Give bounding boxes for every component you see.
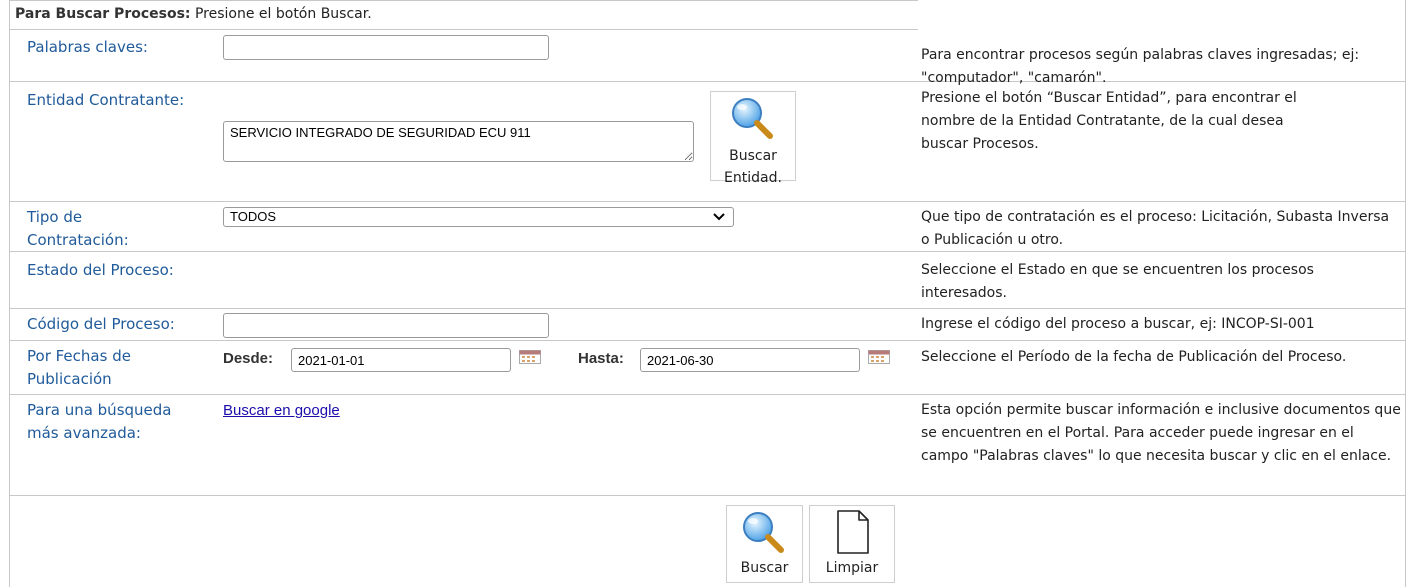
border-header-bottom xyxy=(9,29,918,30)
border-right xyxy=(1405,0,1406,587)
magnifier-icon xyxy=(732,98,773,139)
divider-4 xyxy=(9,308,1406,309)
estado-label: Estado del Proceso: xyxy=(27,261,174,279)
calendar-icon[interactable] xyxy=(868,350,890,364)
tipo-label-line1: Tipo de xyxy=(27,208,83,226)
header-title-rest: Presione el botón Buscar. xyxy=(194,6,372,22)
tipo-label: Tipo de Contratación: xyxy=(27,206,129,252)
codigo-input[interactable] xyxy=(223,313,549,338)
calendar-icon[interactable] xyxy=(519,350,541,364)
chevron-down-icon xyxy=(713,213,725,221)
entity-label: Entidad Contratante: xyxy=(27,91,185,109)
tipo-help: Que tipo de contratación es el proceso: … xyxy=(921,209,1390,248)
search-entity-label-1: Buscar xyxy=(729,148,777,164)
tipo-label-line2: Contratación: xyxy=(27,231,129,249)
clear-button[interactable]: Limpiar xyxy=(809,505,895,583)
border-top-header xyxy=(9,0,918,1)
estado-help: Seleccione el Estado en que se encuentre… xyxy=(921,262,1314,301)
avanzada-help: Esta opción permite buscar información e… xyxy=(921,402,1401,464)
fechas-help: Seleccione el Período de la fecha de Pub… xyxy=(921,349,1347,365)
blank-page-icon xyxy=(837,510,869,554)
border-left xyxy=(9,0,10,587)
hasta-date-input[interactable] xyxy=(640,348,860,372)
codigo-help: Ingrese el código del proceso a buscar, … xyxy=(921,316,1315,332)
search-entity-label-2: Entidad. xyxy=(724,170,782,186)
header-title-bold: Para Buscar Procesos: xyxy=(15,6,191,22)
clear-button-label: Limpiar xyxy=(825,560,879,576)
tipo-selected-value: TODOS xyxy=(230,209,276,224)
google-search-link[interactable]: Buscar en google xyxy=(223,402,340,419)
keywords-input[interactable] xyxy=(223,35,549,60)
page-header: Para Buscar Procesos: Presione el botón … xyxy=(15,4,372,24)
divider-5 xyxy=(9,340,1406,341)
fechas-label-line1: Por Fechas de xyxy=(27,347,131,365)
entity-help: Presione el botón “Buscar Entidad”, para… xyxy=(921,90,1297,152)
fechas-label-line2: Publicación xyxy=(27,370,112,388)
magnifier-icon xyxy=(743,512,784,553)
search-button-label: Buscar xyxy=(740,560,789,576)
fechas-label: Por Fechas de Publicación xyxy=(27,345,131,391)
search-entity-button[interactable]: Buscar Entidad. xyxy=(710,91,796,186)
avanzada-label: Para una búsqueda más avanzada: xyxy=(27,399,171,445)
keywords-help: Para encontrar procesos según palabras c… xyxy=(921,47,1360,86)
search-button[interactable]: Buscar xyxy=(726,505,803,583)
desde-label: Desde: xyxy=(223,350,274,367)
keywords-label: Palabras claves: xyxy=(27,38,148,56)
hasta-label: Hasta: xyxy=(578,350,624,367)
desde-date-input[interactable] xyxy=(291,348,511,372)
avanzada-label-line1: Para una búsqueda xyxy=(27,401,172,419)
entity-textarea[interactable]: SERVICIO INTEGRADO DE SEGURIDAD ECU 911 xyxy=(223,121,694,162)
divider-6 xyxy=(9,394,1406,395)
codigo-label: Código del Proceso: xyxy=(27,315,175,333)
divider-7 xyxy=(9,495,1406,496)
divider-2 xyxy=(9,201,1406,202)
tipo-select[interactable]: TODOS xyxy=(223,207,734,227)
avanzada-label-line2: más avanzada: xyxy=(27,424,141,442)
